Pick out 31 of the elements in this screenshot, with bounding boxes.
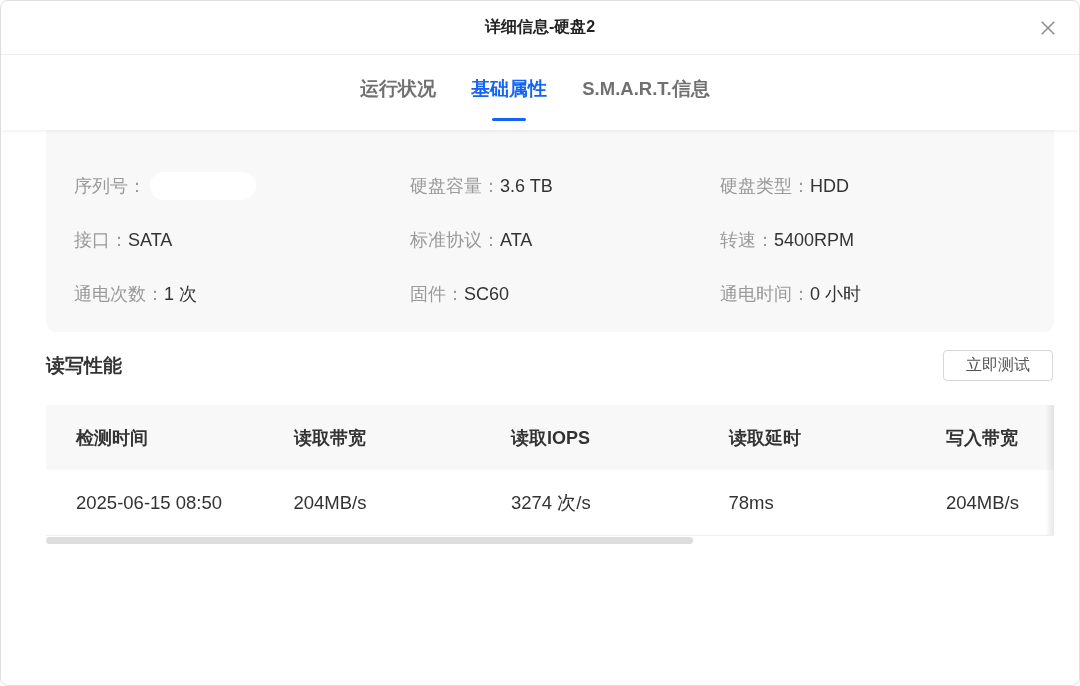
property-label: 通电次数： [74,283,164,306]
property-value: 0 小时 [810,283,861,306]
close-icon [1041,20,1055,35]
property-label: 硬盘类型： [720,175,810,198]
property-label: 接口： [74,229,128,252]
section-title: 读写性能 [46,353,122,378]
column-header: 读取带宽 [263,405,481,470]
close-button[interactable] [1041,20,1055,35]
property-label: 转速： [720,229,774,252]
property-label: 硬盘容量： [410,175,500,198]
column-header: 读取IOPS [481,405,699,470]
column-header: 检测时间 [46,405,264,470]
property-value: ATA [500,229,533,251]
property-label: 通电时间： [720,283,810,306]
property-label: 序列号： [74,175,146,198]
column-header: 写入带宽 [916,405,1054,470]
property-value: SATA [128,229,173,251]
scrollbar-thumb[interactable] [46,537,693,544]
property-label: 标准协议： [410,229,500,252]
test-now-button[interactable]: 立即测试 [943,350,1053,381]
property-value: 5400RPM [774,229,855,251]
tab[interactable]: 基础属性 [471,55,548,121]
property-label: 固件： [410,283,464,306]
column-header: 读取延时 [698,405,916,470]
property-value: 1 次 [164,283,197,306]
dialog-title: 详细信息-硬盘2 [484,17,596,37]
property-value: HDD [810,175,849,197]
tab[interactable]: S.M.A.R.T.信息 [582,55,710,121]
property-value: SC60 [464,283,510,305]
property-value: 3.6 TB [500,175,553,197]
tab[interactable]: 运行状况 [360,55,437,121]
